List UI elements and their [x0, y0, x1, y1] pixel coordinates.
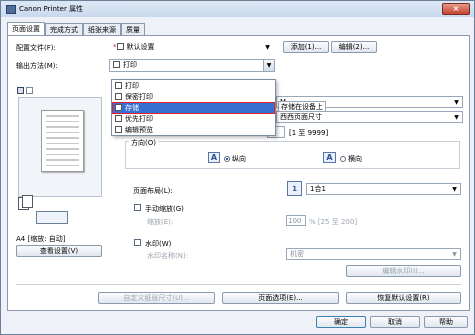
lock-icon: [115, 93, 122, 100]
output-size-select[interactable]: 西西页面尺寸 ▼: [276, 111, 463, 123]
layout-badge: 1: [287, 181, 302, 196]
chevron-down-icon: ▼: [452, 251, 457, 258]
page-layout-select[interactable]: 1合1 ▼: [306, 183, 461, 195]
document-icon: [116, 43, 124, 50]
manual-scaling-checkbox[interactable]: [134, 204, 141, 211]
preview-page: [41, 110, 84, 172]
view-settings-button[interactable]: 查看设置(V): [16, 245, 102, 257]
dropdown-item-priority-print[interactable]: 优先打印: [113, 114, 274, 124]
priority-icon: [115, 115, 122, 122]
scale-label: 缩放(E):: [147, 218, 174, 226]
watermark-name-select[interactable]: 机密 ▼: [286, 248, 461, 260]
profile-value: 默认设置: [126, 43, 155, 51]
dropdown-item-edit-preview[interactable]: 编辑预览: [113, 125, 274, 135]
orientation-group: [125, 141, 460, 169]
chevron-down-icon: ▼: [454, 99, 459, 106]
landscape-icon: A: [323, 152, 336, 163]
output-method-value: 打印: [123, 61, 137, 69]
printer-icon: [115, 82, 122, 89]
storage-icon: [115, 104, 122, 111]
dropdown-item-label: 保密打印: [125, 93, 153, 101]
title-bar[interactable]: Canon Printer 属性 ×: [1, 1, 474, 17]
scale-range: % [25 至 200]: [309, 218, 358, 226]
close-button[interactable]: ×: [442, 3, 470, 15]
printer-properties-window: Canon Printer 属性 × 页面设置 完成方式 纸张来源 质量 配置文…: [0, 0, 475, 335]
output-method-select[interactable]: 打印 ▼: [109, 59, 275, 72]
watermark-checkbox[interactable]: [134, 239, 141, 246]
layout-view-icon[interactable]: [17, 87, 24, 94]
landscape-radio[interactable]: 横向: [340, 154, 362, 164]
scale-input[interactable]: 100: [286, 215, 306, 226]
landscape-radio-dot[interactable]: [340, 156, 346, 162]
chevron-down-icon: ▼: [265, 44, 270, 51]
landscape-label: 横向: [348, 155, 362, 163]
dropdown-item-store[interactable]: 存储: [112, 102, 275, 114]
portrait-radio[interactable]: 纵向: [224, 154, 246, 164]
output-method-dropdown: 打印 保密打印 存储 优先打印 编辑预览: [111, 79, 276, 136]
dropdown-item-label: 存储: [125, 104, 139, 112]
page-layout-value: 1合1: [310, 185, 326, 193]
chevron-down-icon: ▼: [452, 186, 457, 193]
profile-select[interactable]: * 默认设置 ▼: [109, 41, 274, 54]
add-profile-button[interactable]: 添加(1)...: [283, 41, 329, 53]
ok-button[interactable]: 确定: [316, 316, 366, 328]
printer-small-icon: [113, 61, 120, 68]
cancel-button[interactable]: 取消: [370, 316, 420, 328]
orientation-label: 方向(O): [129, 138, 158, 148]
dropdown-item-secure-print[interactable]: 保密打印: [113, 92, 274, 102]
portrait-icon: A: [208, 152, 220, 163]
divider: [16, 284, 461, 285]
watermark-label: 水印(W): [145, 240, 172, 248]
printer-view-icon[interactable]: [26, 87, 33, 94]
chevron-down-icon: ▼: [263, 60, 274, 71]
scale-value: 100: [288, 217, 302, 225]
page-options-button[interactable]: 页面选项(E)...: [222, 292, 339, 304]
dropdown-item-label: 打印: [125, 82, 139, 90]
portrait-label: 纵向: [232, 155, 246, 163]
page-layout-label: 页面布局(L):: [133, 187, 173, 195]
tab-strip: 页面设置 完成方式 纸张来源 质量: [7, 22, 145, 36]
chevron-down-icon: ▼: [454, 114, 459, 121]
dropdown-item-label: 优先打印: [125, 115, 153, 123]
preview-icon: [115, 126, 122, 133]
output-size-value: 西西页面尺寸: [280, 113, 322, 121]
copies-range: [1 至 9999]: [289, 129, 329, 137]
watermark-name-label: 水印名称(N):: [147, 252, 189, 260]
printer-icon: [6, 4, 16, 14]
tab-page-setup[interactable]: 页面设置: [7, 22, 45, 36]
edit-profile-button[interactable]: 编辑(2)...: [331, 41, 377, 53]
help-button[interactable]: 帮助: [424, 316, 468, 328]
dropdown-item-label: 编辑预览: [125, 126, 153, 134]
edit-watermark-button[interactable]: 编辑水印(I)...: [346, 265, 461, 277]
restore-defaults-button[interactable]: 恢复默认设置(R): [346, 292, 461, 304]
preview-caption: A4 [缩放: 自动]: [16, 235, 66, 243]
preview-finish-icon: [36, 211, 68, 224]
page-preview: [18, 97, 102, 197]
preview-stack-icon: [18, 195, 36, 211]
watermark-name-value: 机密: [290, 250, 304, 258]
dropdown-item-print[interactable]: 打印: [113, 81, 274, 91]
profile-label: 配置文件(F):: [16, 44, 56, 52]
portrait-radio-dot[interactable]: [224, 156, 230, 162]
custom-paper-size-button[interactable]: 自定义纸张尺寸(U)...: [98, 292, 215, 304]
window-title: Canon Printer 属性: [19, 5, 84, 13]
view-toggle-icons[interactable]: [17, 87, 35, 95]
output-method-label: 输出方法(M):: [16, 62, 58, 70]
manual-scaling-label: 手动缩放(G): [145, 205, 184, 213]
